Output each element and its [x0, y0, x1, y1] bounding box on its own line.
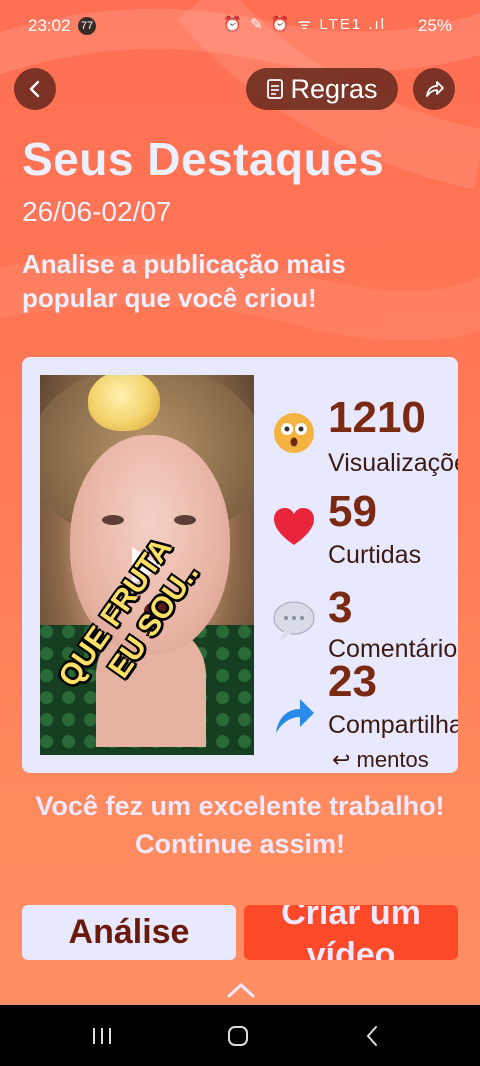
surprised-face-icon [274, 413, 314, 453]
page-title: Seus Destaques [22, 133, 385, 185]
home-button[interactable] [208, 1005, 268, 1066]
status-time: 23:02 [28, 16, 71, 35]
create-video-line-1: Criar um [281, 905, 421, 932]
highlight-card: QUE FRUTA EU SOU.. 1210 Visualizações 59… [22, 357, 458, 773]
system-back-button[interactable] [342, 1005, 402, 1066]
create-video-line-2: vídeo [306, 936, 396, 960]
status-icons: ⏰ ✎ ⏰ ᯤ LTE1 .ıl [223, 16, 386, 33]
likes-label: Curtidas [328, 541, 422, 569]
status-bar: 23:02 77 ⏰ ✎ ⏰ ᯤ LTE1 .ıl 25% [0, 0, 480, 52]
views-label: Visualizações [328, 449, 458, 477]
share-button[interactable] [413, 68, 455, 110]
system-navigation-bar [0, 1005, 480, 1066]
notification-badge: 77 [78, 17, 96, 35]
share-arrow-icon [276, 699, 314, 733]
rules-label: Regras [290, 73, 378, 104]
views-count: 1210 [328, 393, 426, 442]
thumbnail-eye-right [174, 515, 196, 525]
battery-level: 25% [417, 16, 452, 35]
share-icon [426, 81, 444, 97]
speech-bubble-icon [273, 601, 315, 641]
date-range: 26/06-02/07 [22, 196, 172, 227]
home-icon [228, 1025, 248, 1046]
shares-label: Compartilha [328, 711, 458, 739]
shares-count: 23 [328, 657, 377, 706]
video-thumbnail[interactable]: QUE FRUTA EU SOU.. [40, 375, 254, 755]
page-description: Analise a publicação mais popular que vo… [22, 249, 346, 313]
rules-button[interactable]: Regras [246, 68, 398, 110]
back-button[interactable] [14, 68, 56, 110]
pear-emoji-overlay [88, 375, 160, 431]
document-icon [267, 79, 284, 99]
thumbnail-eye-left [102, 515, 124, 525]
shares-label-continuation: ↩ mentos [332, 747, 429, 772]
create-video-button[interactable]: Criar um vídeo [244, 905, 458, 960]
heart-icon [274, 508, 314, 545]
analysis-button[interactable]: Análise [22, 905, 236, 960]
recent-apps-button[interactable] [72, 1005, 132, 1066]
back-arrow-icon [29, 80, 40, 98]
likes-count: 59 [328, 487, 377, 536]
chevron-up-icon[interactable] [227, 982, 255, 998]
recent-apps-icon [93, 1027, 111, 1044]
comments-count: 3 [328, 583, 353, 632]
system-back-icon [366, 1025, 377, 1046]
praise-message: Você fez um excelente trabalho! Continue… [35, 791, 445, 859]
